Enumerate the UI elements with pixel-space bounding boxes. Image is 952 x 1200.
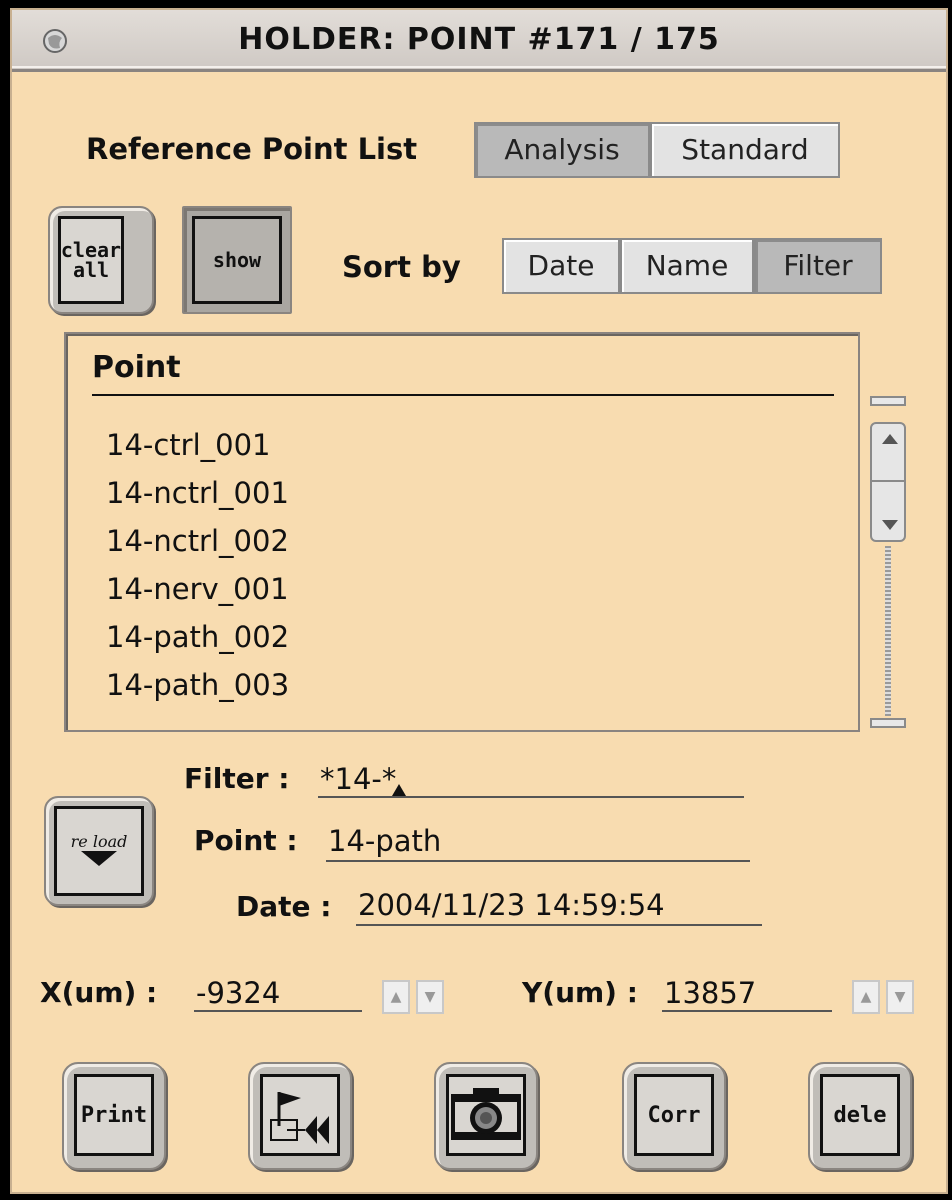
y-increment-button[interactable]: ▲ [852,980,880,1014]
camera-icon [451,1088,521,1140]
list-item[interactable]: 14-path_003 [106,668,289,702]
scrollbar-elevator[interactable] [870,422,906,542]
sort-filter-button[interactable]: Filter [754,238,882,294]
down-arrow-icon [81,851,117,866]
x-label: X(um) : [40,976,158,1009]
scrollbar-top-cap[interactable] [870,396,906,406]
reference-list-label: Reference Point List [86,132,418,166]
reload-button[interactable]: re load [44,796,154,906]
scroll-down-icon[interactable] [882,520,898,530]
scrollbar-bottom-cap[interactable] [870,718,906,728]
point-list[interactable]: Point 14-ctrl_001 14-nctrl_001 14-nctrl_… [64,332,860,732]
title-bar[interactable]: HOLDER: POINT #171 / 175 [12,10,946,72]
x-input[interactable]: -9324 [196,976,280,1010]
reference-analysis-button[interactable]: Analysis [474,122,650,178]
window-title: HOLDER: POINT #171 / 175 [238,22,720,57]
point-label: Point : [194,824,298,857]
delete-button[interactable]: dele [808,1062,912,1170]
text-caret-icon [392,784,406,796]
point-column-header: Point [92,350,181,385]
clear-all-label: clear all [58,216,124,304]
y-input[interactable]: 13857 [664,976,756,1010]
y-label: Y(um) : [522,976,638,1009]
list-item[interactable]: 14-nctrl_001 [106,476,289,510]
x-decrement-button[interactable]: ▼ [416,980,444,1014]
filter-input[interactable]: *14-* [320,762,396,796]
print-label: Print [74,1074,154,1156]
scrollbar-track[interactable] [885,546,891,716]
dele-label: dele [820,1074,900,1156]
clear-all-button[interactable]: clear all [48,206,154,314]
list-item[interactable]: 14-nerv_001 [106,572,289,606]
x-increment-button[interactable]: ▲ [382,980,410,1014]
point-input[interactable]: 14-path [328,824,441,858]
reload-label: re load [70,832,128,851]
reference-standard-button[interactable]: Standard [650,122,840,178]
sort-by-label: Sort by [342,250,461,284]
scroll-up-icon[interactable] [882,434,898,444]
filter-label: Filter : [184,762,290,795]
list-scrollbar[interactable] [870,396,906,736]
list-item[interactable]: 14-path_002 [106,620,289,654]
corr-label: Corr [634,1074,714,1156]
show-button[interactable]: show [182,206,292,314]
camera-button[interactable] [434,1062,538,1170]
show-label: show [192,216,282,304]
corr-button[interactable]: Corr [622,1062,726,1170]
date-input[interactable]: 2004/11/23 14:59:54 [358,888,665,922]
date-label: Date : [236,890,332,923]
print-button[interactable]: Print [62,1062,166,1170]
list-item[interactable]: 14-nctrl_002 [106,524,289,558]
holder-window: HOLDER: POINT #171 / 175 Reference Point… [10,8,948,1194]
sort-date-button[interactable]: Date [502,238,620,294]
sort-name-button[interactable]: Name [620,238,754,294]
restore-button[interactable] [248,1062,352,1170]
y-decrement-button[interactable]: ▼ [886,980,914,1014]
flag-rewind-icon [270,1092,329,1144]
list-item[interactable]: 14-ctrl_001 [106,428,271,462]
